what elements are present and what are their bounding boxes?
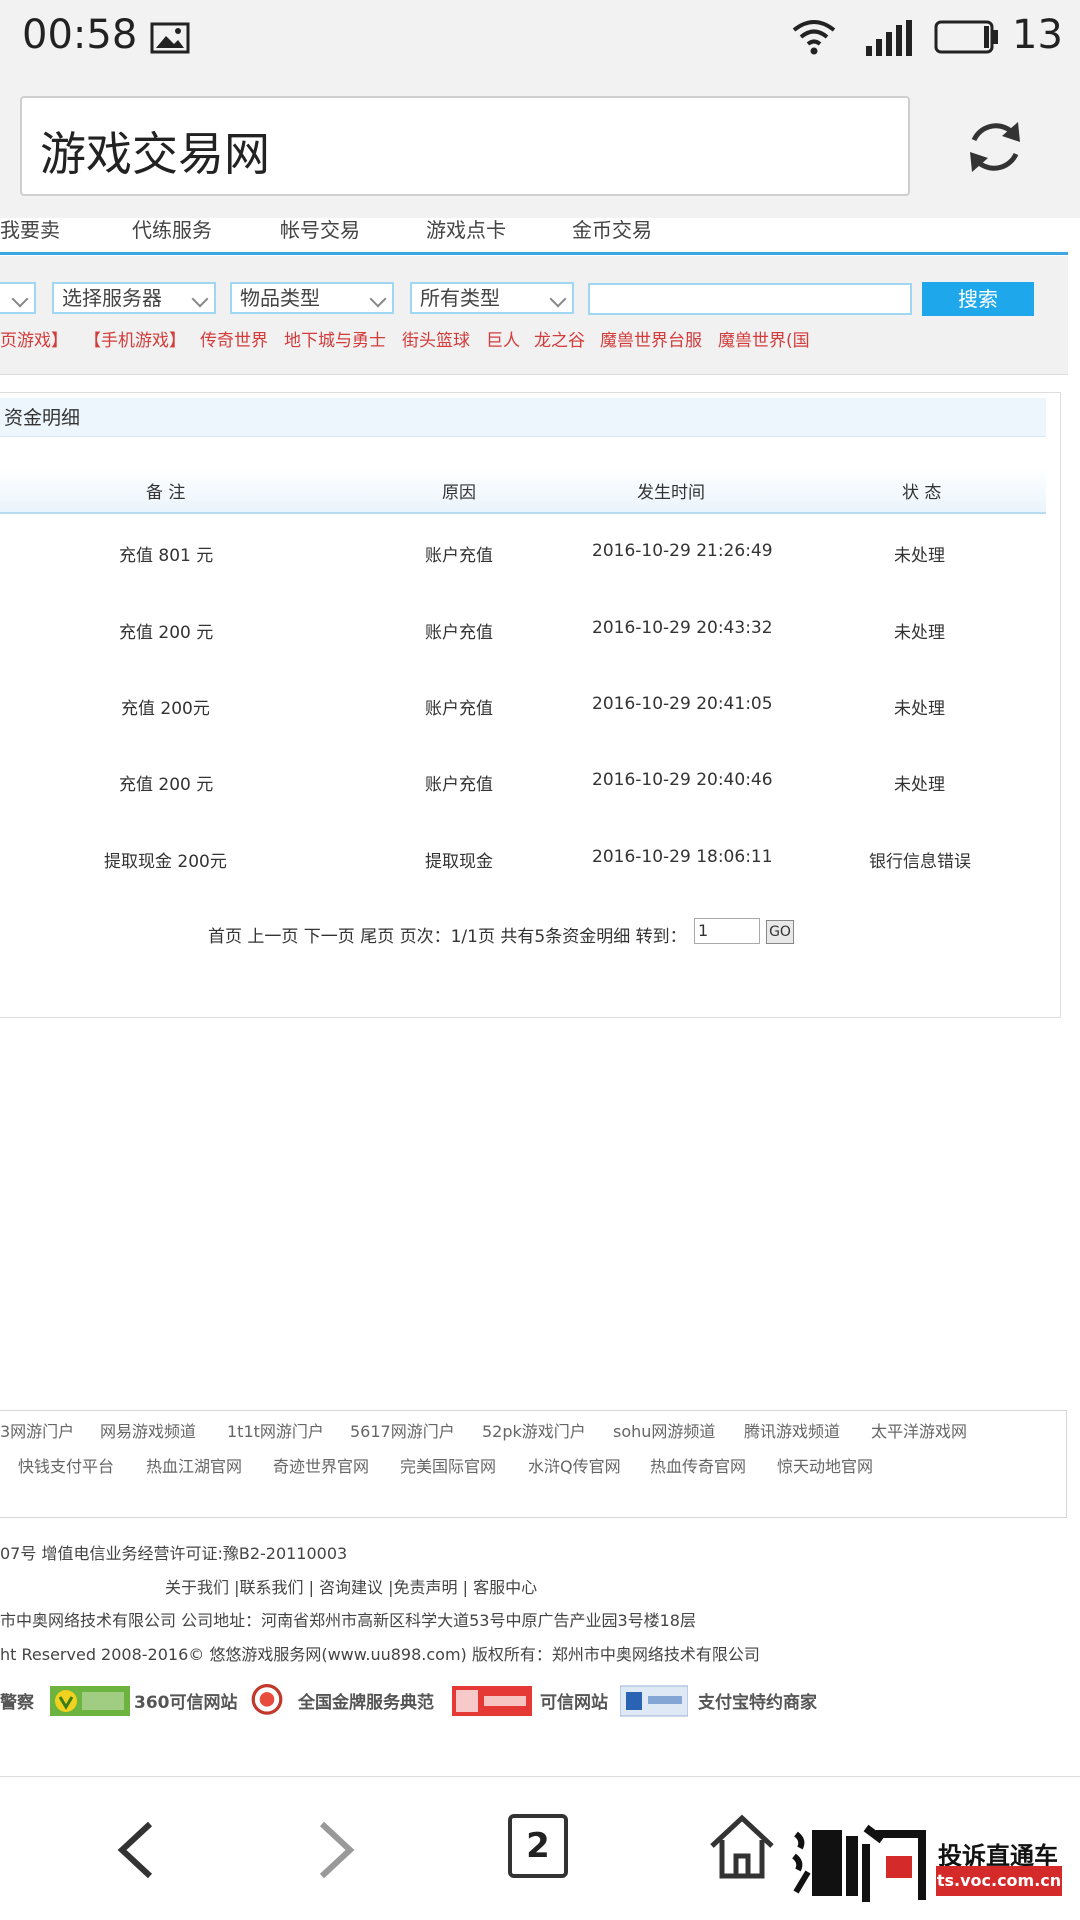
footer-link[interactable]: 惊天动地官网: [777, 1453, 873, 1477]
cell-reason: 账户充值: [425, 546, 493, 566]
cell-remark: 充值 200元: [121, 699, 210, 719]
all-types-select[interactable]: 所有类型: [410, 282, 574, 314]
cell-time: 2016-10-29 21:26:49: [592, 541, 773, 561]
cell-remark: 充值 200 元: [119, 623, 214, 643]
cell-reason: 账户充值: [425, 775, 493, 795]
game-select[interactable]: [0, 282, 36, 314]
trusted-site-label: 可信网站: [540, 1693, 608, 1713]
footer-link[interactable]: 网易游戏频道: [100, 1418, 196, 1442]
footer-link[interactable]: 奇迹世界官网: [273, 1453, 369, 1477]
hot-link[interactable]: 地下城与勇士: [284, 326, 386, 351]
watermark-logo-icon: [792, 1824, 926, 1902]
hot-link[interactable]: 街头篮球: [402, 326, 470, 351]
cell-time: 2016-10-29 20:43:32: [592, 618, 773, 638]
hot-link[interactable]: 【手机游戏】: [84, 326, 186, 351]
cell-status: 未处理: [894, 699, 945, 719]
search-input[interactable]: [588, 283, 912, 315]
trusted-site-logo-icon[interactable]: [452, 1684, 532, 1718]
nav-account-trade[interactable]: 帐号交易: [280, 214, 360, 243]
hot-link[interactable]: 魔兽世界(国: [718, 326, 810, 351]
nav-gold-trade[interactable]: 金币交易: [572, 214, 652, 243]
home-icon[interactable]: [708, 1812, 776, 1882]
search-button[interactable]: 搜索: [922, 282, 1034, 316]
forward-icon[interactable]: [312, 1820, 360, 1880]
footer-link[interactable]: 热血传奇官网: [650, 1453, 746, 1477]
status-time: 00:58: [22, 12, 138, 58]
watermark-url: ts.voc.com.cn: [936, 1866, 1062, 1896]
footer-link[interactable]: 1t1t网游门户: [227, 1418, 324, 1442]
tabs-button[interactable]: 2: [508, 1814, 568, 1878]
cell-remark: 充值 801 元: [119, 546, 214, 566]
cell-status: 未处理: [894, 775, 945, 795]
footer-link[interactable]: 完美国际官网: [400, 1453, 496, 1477]
cell-remark: 充值 200 元: [119, 775, 214, 795]
refresh-icon[interactable]: [962, 114, 1028, 180]
nav-divider: [0, 252, 1068, 255]
hot-link[interactable]: 传奇世界: [200, 326, 268, 351]
image-notification-icon: [150, 22, 190, 54]
page-number-input[interactable]: 1: [694, 918, 760, 944]
footer-link[interactable]: 腾讯游戏频道: [744, 1418, 840, 1442]
cell-status: 银行信息错误: [869, 852, 971, 872]
footer-link[interactable]: 快钱支付平台: [18, 1453, 114, 1477]
hot-link[interactable]: 魔兽世界台服: [600, 326, 702, 351]
police-badge-label: 警察: [0, 1693, 34, 1713]
cell-time: 2016-10-29 18:06:11: [592, 847, 773, 867]
footer-link[interactable]: 52pk游戏门户: [482, 1418, 586, 1442]
company-address: 市中奥网络技术有限公司 公司地址：河南省郑州市高新区科学大道53号中原广告产业园…: [0, 1611, 696, 1630]
360-trust-logo-icon[interactable]: [50, 1684, 130, 1718]
cell-status: 未处理: [894, 623, 945, 643]
footer-link[interactable]: 太平洋游戏网: [871, 1418, 967, 1442]
gold-service-logo-icon[interactable]: [246, 1684, 288, 1718]
search-area: [0, 256, 1068, 375]
alipay-merchant-label: 支付宝特约商家: [698, 1693, 817, 1713]
footer-link[interactable]: 3网游门户: [0, 1418, 74, 1442]
about-links[interactable]: 关于我们 |联系我们 | 咨询建议 |免责声明 | 客服中心: [165, 1574, 537, 1598]
page-title: 游戏交易网: [40, 127, 270, 181]
footer-link[interactable]: 水浒Q传官网: [528, 1453, 621, 1477]
col-time: 发生时间: [637, 483, 705, 503]
col-status: 状 态: [902, 483, 942, 503]
server-select[interactable]: 选择服务器: [52, 282, 216, 314]
hot-link[interactable]: 龙之谷: [534, 326, 585, 351]
footer-link[interactable]: sohu网游频道: [613, 1418, 715, 1442]
cell-status: 未处理: [894, 546, 945, 566]
wifi-icon: [792, 20, 836, 55]
battery-level: 13: [1012, 12, 1063, 58]
panel-title: 资金明细: [4, 407, 81, 429]
panel-header: [0, 398, 1046, 437]
nav-game-cards[interactable]: 游戏点卡: [426, 214, 506, 243]
360-trust-label: 360可信网站: [134, 1693, 238, 1713]
footer-link[interactable]: 5617网游门户: [350, 1418, 455, 1442]
cell-remark: 提取现金 200元: [104, 852, 227, 872]
col-reason: 原因: [442, 483, 476, 503]
nav-powerleveling[interactable]: 代练服务: [132, 214, 212, 243]
hot-link[interactable]: 页游戏】: [0, 326, 68, 351]
back-icon[interactable]: [112, 1820, 160, 1880]
cell-time: 2016-10-29 20:41:05: [592, 694, 773, 714]
nav-sell[interactable]: 我要卖: [0, 214, 60, 243]
go-button[interactable]: GO: [766, 920, 794, 944]
gold-service-label: 全国金牌服务典范: [298, 1693, 434, 1713]
copyright-text: ht Reserved 2008-2016© 悠悠游戏服务网(www.uu898…: [0, 1645, 760, 1664]
cell-reason: 账户充值: [425, 623, 493, 643]
pagination[interactable]: 首页 上一页 下一页 尾页 页次：1/1页 共有5条资金明细 转到：: [208, 922, 687, 947]
cell-reason: 提取现金: [425, 852, 493, 872]
cell-reason: 账户充值: [425, 699, 493, 719]
hot-link[interactable]: 巨人: [486, 326, 520, 351]
item-type-select[interactable]: 物品类型: [230, 282, 394, 314]
col-remark: 备 注: [146, 483, 186, 503]
footer-link[interactable]: 热血江湖官网: [146, 1453, 242, 1477]
battery-icon: [934, 20, 998, 54]
cell-time: 2016-10-29 20:40:46: [592, 770, 773, 790]
signal-icon: [866, 20, 912, 56]
license-text: 07号 增值电信业务经营许可证:豫B2-20110003: [0, 1544, 348, 1563]
alipay-merchant-logo-icon[interactable]: [620, 1684, 688, 1718]
